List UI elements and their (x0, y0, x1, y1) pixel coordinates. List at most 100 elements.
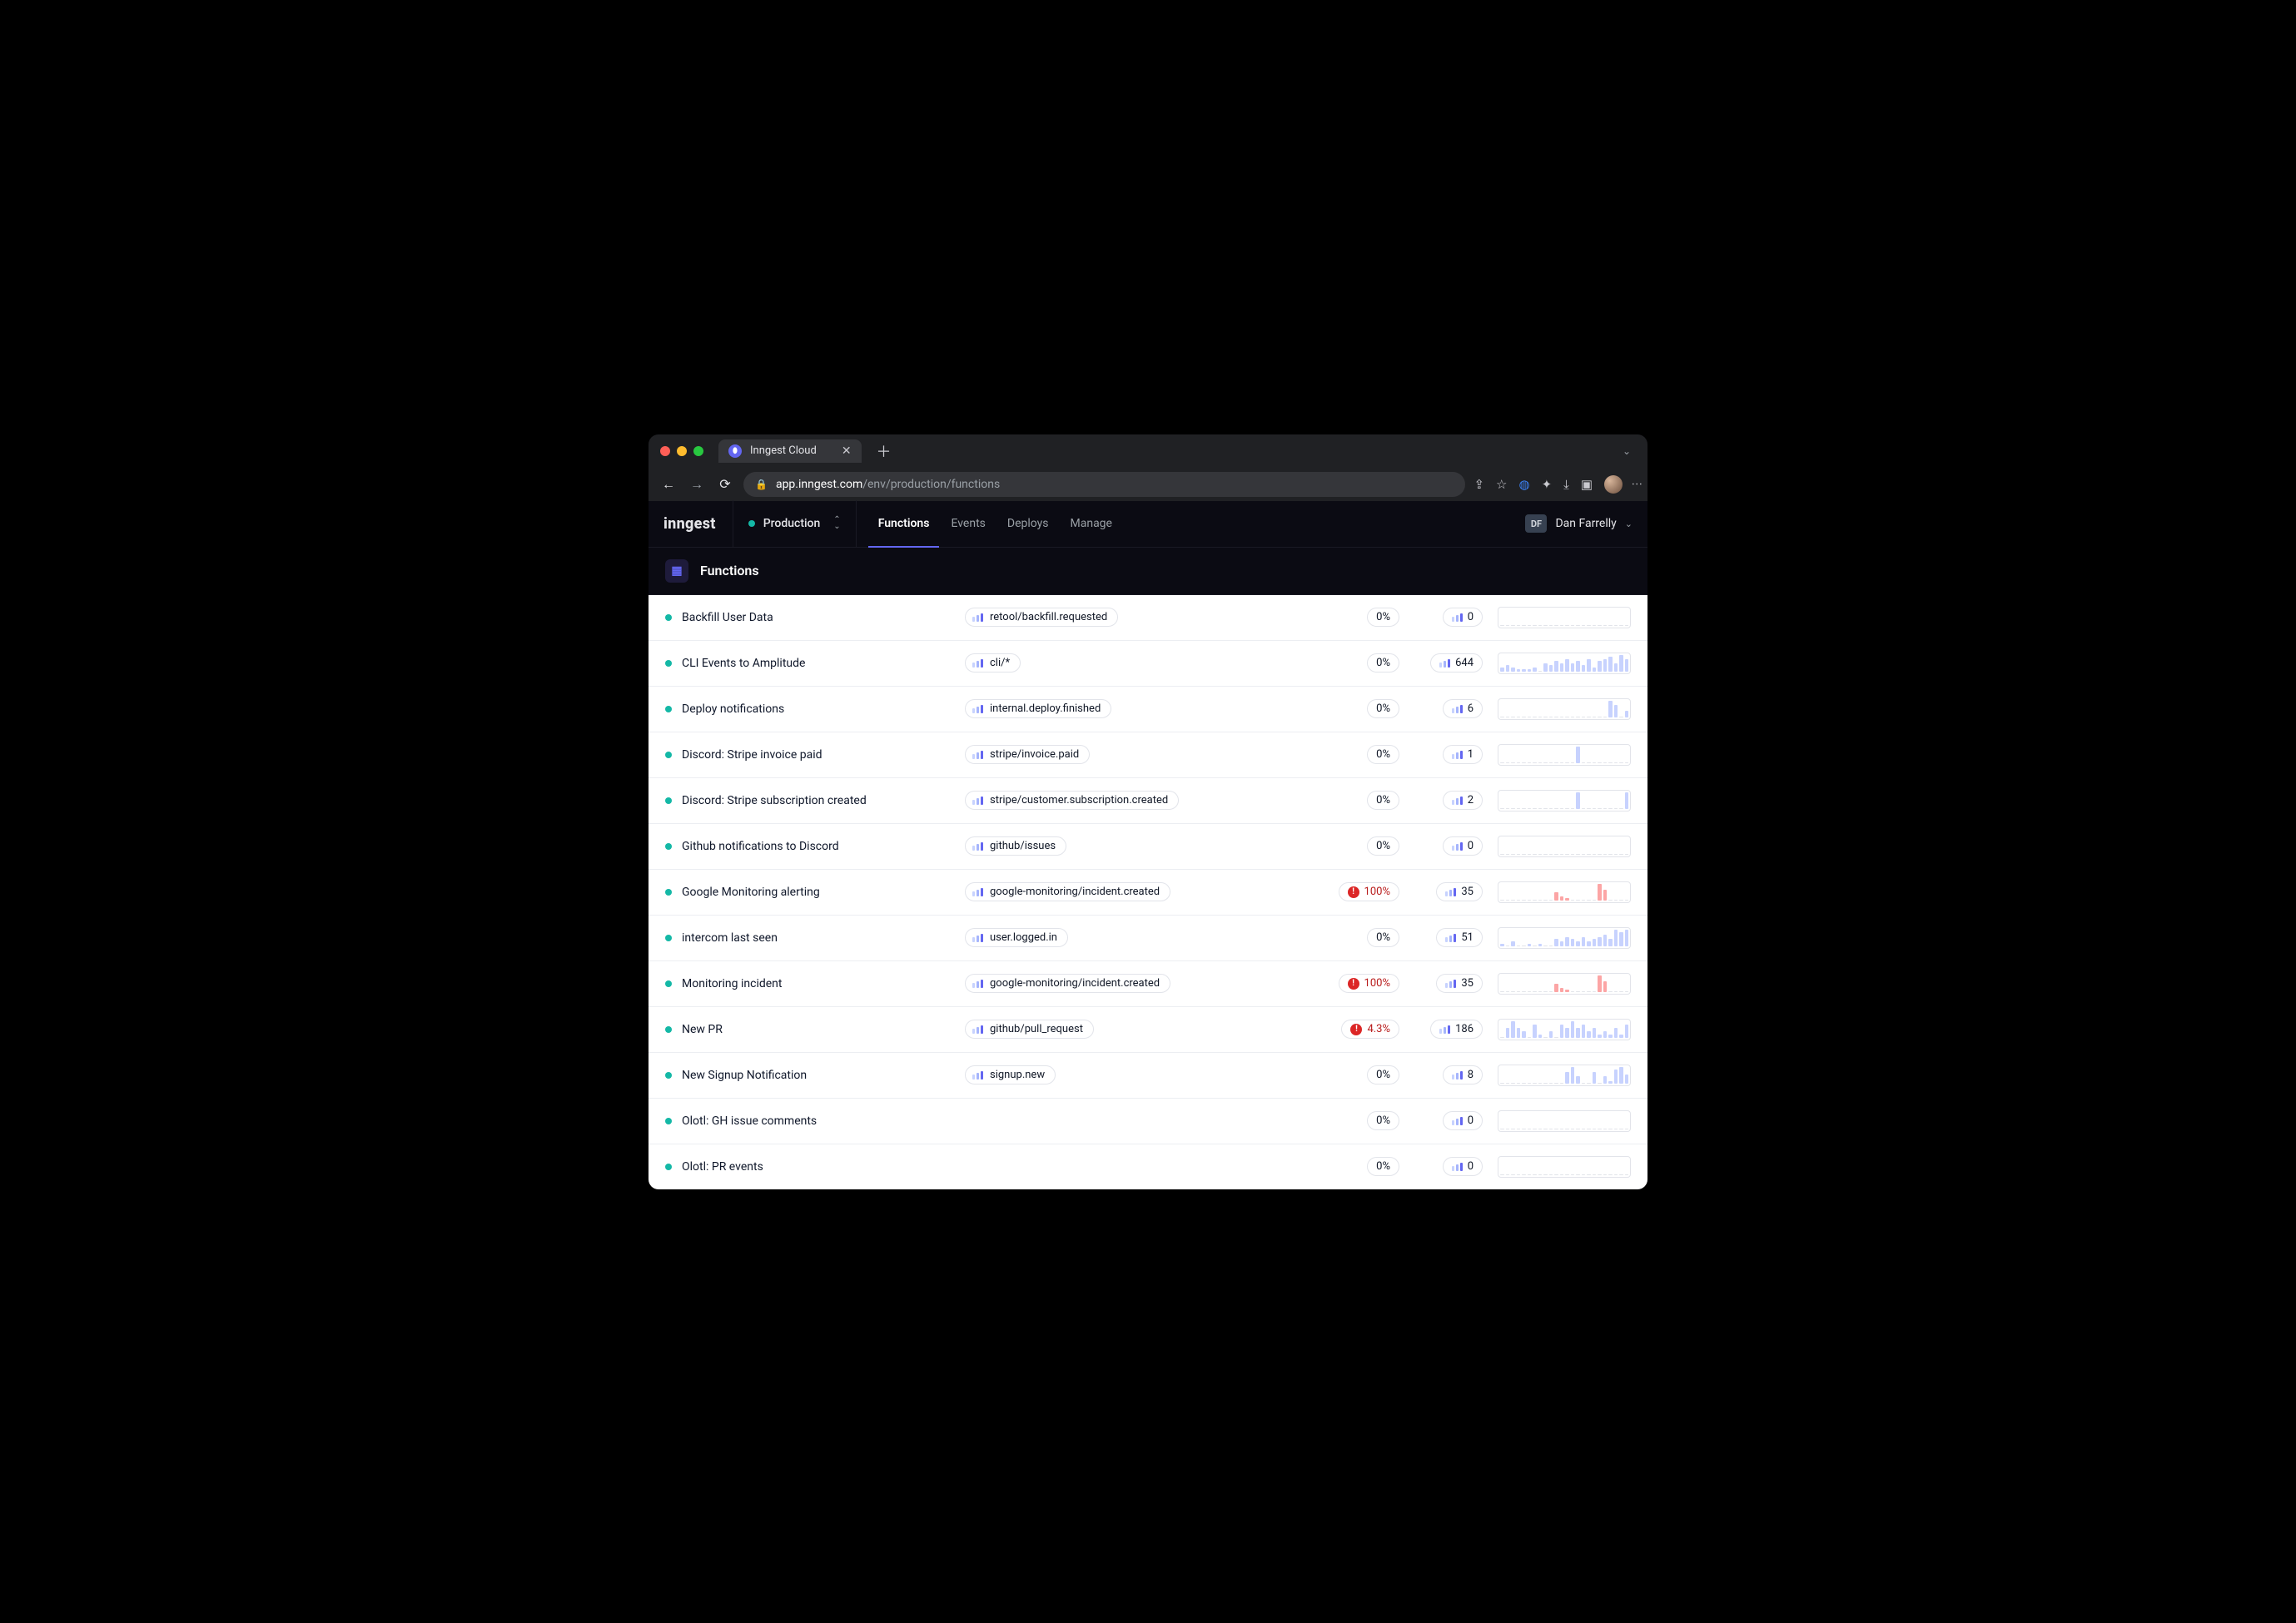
event-name: stripe/invoice.paid (990, 748, 1079, 761)
failure-rate-pill[interactable]: 0% (1367, 745, 1399, 764)
invocation-count-value: 8 (1468, 1069, 1474, 1081)
invocation-count-value: 0 (1468, 611, 1474, 623)
invocation-count-pill[interactable]: 186 (1430, 1020, 1483, 1039)
status-dot-icon (665, 935, 672, 941)
invocation-count-pill[interactable]: 0 (1443, 608, 1483, 627)
address-bar[interactable]: 🔒 app.inngest.com/env/production/functio… (743, 472, 1465, 497)
invocation-count-pill[interactable]: 35 (1436, 974, 1483, 993)
event-trigger-pill[interactable]: retool/backfill.requested (965, 608, 1118, 627)
nav-item-functions[interactable]: Functions (878, 500, 930, 547)
failure-rate-pill[interactable]: 0% (1367, 928, 1399, 947)
environment-name: Production (763, 517, 821, 530)
failure-rate-pill[interactable]: 0% (1367, 699, 1399, 718)
environment-selector[interactable]: Production ⌃⌄ (733, 500, 857, 547)
extensions-icon[interactable]: ✦ (1542, 477, 1553, 492)
nav-item-deploys[interactable]: Deploys (1007, 500, 1049, 547)
sparkline-chart (1498, 836, 1631, 857)
failure-rate-pill[interactable]: !4.3% (1341, 1020, 1399, 1039)
invocation-count-pill[interactable]: 35 (1436, 882, 1483, 901)
failure-rate-value: 100% (1364, 977, 1390, 990)
event-name: signup.new (990, 1069, 1045, 1081)
failure-rate-value: 0% (1376, 702, 1390, 715)
invocation-count-pill[interactable]: 644 (1430, 653, 1483, 673)
invocation-count-pill[interactable]: 2 (1443, 791, 1483, 810)
profile-avatar[interactable] (1604, 475, 1623, 494)
bookmark-icon[interactable]: ☆ (1496, 477, 1507, 492)
user-menu[interactable]: DF Dan Farrelly ⌄ (1525, 514, 1633, 533)
nav-forward-button[interactable]: → (687, 474, 707, 494)
failure-rate-pill[interactable]: !100% (1339, 882, 1399, 901)
error-icon: ! (1348, 886, 1359, 898)
event-trigger-pill[interactable]: stripe/invoice.paid (965, 745, 1090, 764)
event-trigger-pill[interactable]: cli/* (965, 653, 1021, 673)
invocation-count-pill[interactable]: 51 (1436, 928, 1483, 947)
nav-back-button[interactable]: ← (658, 474, 678, 494)
window-zoom-button[interactable] (693, 446, 703, 456)
event-trigger-pill[interactable]: google-monitoring/incident.created (965, 882, 1170, 901)
panel-icon[interactable]: ▣ (1581, 477, 1593, 492)
function-row[interactable]: Discord: Stripe invoice paidstripe/invoi… (649, 732, 1647, 778)
failure-rate-pill[interactable]: 0% (1367, 1111, 1399, 1130)
failure-rate-pill[interactable]: !100% (1339, 974, 1399, 993)
failure-rate-pill[interactable]: 0% (1367, 1065, 1399, 1084)
failure-rate-pill[interactable]: 0% (1367, 836, 1399, 856)
function-row[interactable]: New PRgithub/pull_request!4.3%186 (649, 1007, 1647, 1053)
function-row[interactable]: New Signup Notificationsignup.new0%8 (649, 1053, 1647, 1099)
tab-close-button[interactable]: ✕ (842, 444, 852, 458)
function-row[interactable]: intercom last seenuser.logged.in0%51 (649, 916, 1647, 961)
function-row[interactable]: Discord: Stripe subscription createdstri… (649, 778, 1647, 824)
failure-rate-pill[interactable]: 0% (1367, 791, 1399, 810)
invocation-count-pill[interactable]: 1 (1443, 745, 1483, 764)
bars-icon (1445, 980, 1456, 988)
nav-item-manage[interactable]: Manage (1071, 500, 1112, 547)
window-minimize-button[interactable] (677, 446, 687, 456)
nav-reload-button[interactable]: ⟳ (715, 474, 735, 494)
downloads-icon[interactable]: ⤓ (1563, 477, 1569, 492)
failure-rate-pill[interactable]: 0% (1367, 608, 1399, 627)
chevron-up-down-icon: ⌃⌄ (833, 517, 840, 530)
invocation-count-pill[interactable]: 8 (1443, 1065, 1483, 1084)
event-trigger-pill[interactable]: stripe/customer.subscription.created (965, 791, 1179, 810)
nav-item-events[interactable]: Events (951, 500, 985, 547)
invocation-count-value: 35 (1461, 886, 1474, 898)
function-row[interactable]: Monitoring incidentgoogle-monitoring/inc… (649, 961, 1647, 1007)
invocation-count-pill[interactable]: 0 (1443, 1157, 1483, 1176)
new-tab-button[interactable]: ＋ (868, 440, 900, 462)
bars-icon (1452, 842, 1463, 851)
sparkline-chart (1498, 607, 1631, 628)
invocation-count-value: 35 (1461, 977, 1474, 990)
event-trigger-pill[interactable]: google-monitoring/incident.created (965, 974, 1170, 993)
failure-rate-pill[interactable]: 0% (1367, 653, 1399, 673)
function-row[interactable]: Backfill User Dataretool/backfill.reques… (649, 595, 1647, 641)
event-trigger-pill[interactable]: internal.deploy.finished (965, 699, 1111, 718)
share-icon[interactable]: ⇪ (1474, 477, 1484, 492)
status-dot-icon (665, 706, 672, 712)
browser-tab[interactable]: ⬮ Inngest Cloud ✕ (718, 439, 862, 463)
function-name: Olotl: GH issue comments (682, 1114, 817, 1128)
invocation-count-pill[interactable]: 6 (1443, 699, 1483, 718)
function-row[interactable]: CLI Events to Amplitudecli/*0%644 (649, 641, 1647, 687)
logo[interactable]: inngest (663, 515, 733, 533)
page-title: Functions (700, 563, 759, 578)
function-row[interactable]: Olotl: GH issue comments 0% 0 (649, 1099, 1647, 1144)
function-row[interactable]: Github notifications to Discordgithub/is… (649, 824, 1647, 870)
function-row[interactable]: Deploy notificationsinternal.deploy.fini… (649, 687, 1647, 732)
event-trigger-pill[interactable]: signup.new (965, 1065, 1056, 1084)
status-dot-icon (665, 980, 672, 987)
browser-menu-button[interactable]: ⋮ (1634, 479, 1638, 489)
event-trigger-pill[interactable]: github/issues (965, 836, 1066, 856)
window-close-button[interactable] (660, 446, 670, 456)
tab-title: Inngest Cloud (750, 444, 817, 457)
event-trigger-pill[interactable]: github/pull_request (965, 1020, 1094, 1039)
onepassword-icon[interactable]: ◍ (1519, 477, 1530, 492)
invocation-count-pill[interactable]: 0 (1443, 836, 1483, 856)
tabs-overflow-button[interactable]: ⌄ (1618, 445, 1636, 457)
failure-rate-pill[interactable]: 0% (1367, 1157, 1399, 1176)
sparkline-chart (1498, 698, 1631, 720)
function-row[interactable]: Google Monitoring alertinggoogle-monitor… (649, 870, 1647, 916)
event-trigger-pill[interactable]: user.logged.in (965, 928, 1068, 947)
event-icon (972, 659, 983, 668)
function-row[interactable]: Olotl: PR events0%0 (649, 1144, 1647, 1189)
invocation-count-pill[interactable]: 0 (1443, 1111, 1483, 1130)
event-icon (972, 842, 983, 851)
